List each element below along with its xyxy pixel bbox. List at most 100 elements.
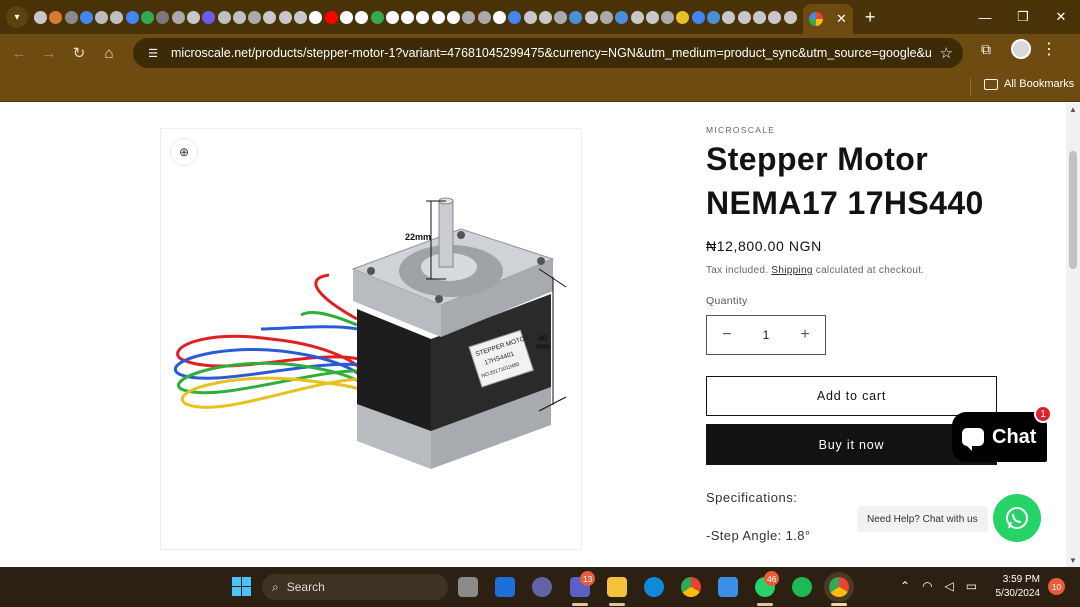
menu-kebab-icon[interactable]: ⋮ bbox=[1041, 39, 1057, 59]
clock[interactable]: 3:59 PM 5/30/2024 bbox=[990, 573, 1041, 601]
edge-icon[interactable] bbox=[644, 577, 664, 597]
pinned-tab-favicon-icon[interactable] bbox=[538, 10, 552, 24]
pinned-tab-favicon-icon[interactable] bbox=[508, 10, 522, 24]
pinned-tab-favicon-icon[interactable] bbox=[156, 10, 170, 24]
active-tab[interactable]: ✕ bbox=[802, 4, 853, 34]
pinned-tab-favicon-icon[interactable] bbox=[523, 10, 537, 24]
meet-icon[interactable] bbox=[532, 577, 552, 597]
product-media[interactable]: STEPPER MOTOR 17HS4401 NO:20171012480 22… bbox=[160, 128, 582, 550]
pinned-tab-favicon-icon[interactable] bbox=[722, 10, 736, 24]
wifi-icon[interactable]: ◠ bbox=[922, 579, 932, 593]
spotify-icon[interactable] bbox=[792, 577, 812, 597]
pinned-tab-favicon-icon[interactable] bbox=[79, 10, 93, 24]
pinned-tab-favicon-icon[interactable] bbox=[370, 10, 384, 24]
pinned-tab-favicon-icon[interactable] bbox=[263, 10, 277, 24]
address-bar[interactable]: ☰ microscale.net/products/stepper-motor-… bbox=[133, 38, 963, 68]
pinned-tab-favicon-icon[interactable] bbox=[202, 10, 216, 24]
volume-icon[interactable]: ◁ bbox=[945, 579, 954, 593]
pinned-tab-favicon-icon[interactable] bbox=[707, 10, 721, 24]
minimize-button[interactable]: — bbox=[966, 0, 1004, 34]
close-window-button[interactable]: ✕ bbox=[1042, 0, 1080, 34]
pinned-tab-favicon-icon[interactable] bbox=[630, 10, 644, 24]
back-button[interactable]: ← bbox=[4, 38, 34, 68]
bookmark-star-icon[interactable]: ☆ bbox=[940, 44, 953, 62]
pinned-tab-favicon-icon[interactable] bbox=[477, 10, 491, 24]
pinned-tab-favicon-icon[interactable] bbox=[110, 10, 124, 24]
store-icon[interactable] bbox=[718, 577, 738, 597]
pinned-tab-favicon-icon[interactable] bbox=[339, 10, 353, 24]
pinned-tab-favicon-icon[interactable] bbox=[752, 10, 766, 24]
maximize-button[interactable]: ❐ bbox=[1004, 0, 1042, 34]
page-scrollbar[interactable]: ▲ ▼ bbox=[1066, 103, 1080, 567]
spec-step-angle: -Step Angle: 1.8° bbox=[706, 528, 811, 543]
forward-button[interactable]: → bbox=[34, 38, 64, 68]
profile-avatar[interactable] bbox=[1011, 39, 1031, 59]
task-view-icon[interactable] bbox=[458, 577, 478, 597]
pinned-tab-favicon-icon[interactable] bbox=[294, 10, 308, 24]
windows-start-icon[interactable] bbox=[232, 577, 251, 596]
pinned-tab-favicon-icon[interactable] bbox=[661, 10, 675, 24]
pinned-tab-favicon-icon[interactable] bbox=[615, 10, 629, 24]
file-explorer-icon[interactable] bbox=[607, 577, 627, 597]
scrollbar-thumb[interactable] bbox=[1069, 151, 1077, 269]
whatsapp-button[interactable] bbox=[993, 494, 1041, 542]
chrome-active-icon[interactable] bbox=[829, 577, 849, 597]
add-to-cart-button[interactable]: Add to cart bbox=[706, 376, 997, 416]
pinned-tab-favicon-icon[interactable] bbox=[324, 10, 338, 24]
chat-button[interactable]: Chat bbox=[952, 412, 1047, 462]
pinned-tab-favicon-icon[interactable] bbox=[599, 10, 613, 24]
pinned-tab-favicon-icon[interactable] bbox=[645, 10, 659, 24]
pinned-tab-favicon-icon[interactable] bbox=[309, 10, 323, 24]
widgets-icon[interactable] bbox=[495, 577, 515, 597]
taskbar-search[interactable]: ⌕ Search bbox=[262, 574, 448, 600]
pinned-tab-favicon-icon[interactable] bbox=[248, 10, 262, 24]
pinned-tab-favicon-icon[interactable] bbox=[462, 10, 476, 24]
pinned-tab-favicon-icon[interactable] bbox=[34, 10, 47, 24]
pinned-tab-favicon-icon[interactable] bbox=[278, 10, 292, 24]
pinned-tab-favicon-icon[interactable] bbox=[584, 10, 598, 24]
pinned-tab-favicon-icon[interactable] bbox=[125, 10, 139, 24]
home-button[interactable]: ⌂ bbox=[94, 38, 124, 68]
decrease-quantity-button[interactable]: − bbox=[707, 326, 747, 344]
pinned-tab-favicon-icon[interactable] bbox=[64, 10, 78, 24]
shipping-link[interactable]: Shipping bbox=[771, 265, 812, 276]
pinned-tab-favicon-icon[interactable] bbox=[217, 10, 231, 24]
pinned-tab-favicon-icon[interactable] bbox=[141, 10, 155, 24]
pinned-tab-favicon-icon[interactable] bbox=[95, 10, 109, 24]
url-text[interactable]: microscale.net/products/stepper-motor-1?… bbox=[171, 46, 931, 60]
pinned-tab-favicon-icon[interactable] bbox=[569, 10, 583, 24]
notification-badge[interactable]: 10 bbox=[1048, 578, 1065, 595]
scroll-up-arrow-icon[interactable]: ▲ bbox=[1069, 105, 1077, 114]
pinned-tab-favicon-icon[interactable] bbox=[186, 10, 200, 24]
pinned-tab-favicon-icon[interactable] bbox=[447, 10, 461, 24]
pinned-tab-favicon-icon[interactable] bbox=[416, 10, 430, 24]
zoom-magnifier-icon[interactable]: ⊕ bbox=[171, 139, 197, 165]
all-bookmarks-button[interactable]: All Bookmarks bbox=[984, 78, 1074, 90]
scroll-down-arrow-icon[interactable]: ▼ bbox=[1069, 556, 1077, 565]
pinned-tab-favicon-icon[interactable] bbox=[737, 10, 751, 24]
extensions-icon[interactable]: ⧉ bbox=[975, 38, 997, 60]
pinned-tab-favicon-icon[interactable] bbox=[49, 10, 63, 24]
new-tab-button[interactable]: + bbox=[865, 7, 876, 28]
pinned-tab-favicon-icon[interactable] bbox=[171, 10, 185, 24]
quantity-input[interactable]: 1 bbox=[763, 328, 770, 342]
pinned-tab-favicon-icon[interactable] bbox=[355, 10, 369, 24]
chrome-icon[interactable] bbox=[681, 577, 701, 597]
pinned-tab-favicon-icon[interactable] bbox=[768, 10, 782, 24]
pinned-tab-favicon-icon[interactable] bbox=[492, 10, 506, 24]
pinned-tab-favicon-icon[interactable] bbox=[783, 10, 797, 24]
pinned-tab-favicon-icon[interactable] bbox=[385, 10, 399, 24]
pinned-tab-favicon-icon[interactable] bbox=[691, 10, 705, 24]
reload-button[interactable]: ↻ bbox=[64, 38, 94, 68]
battery-icon[interactable]: ▭ bbox=[966, 579, 977, 593]
pinned-tab-favicon-icon[interactable] bbox=[676, 10, 690, 24]
tray-chevron-icon[interactable]: ⌃ bbox=[900, 579, 910, 593]
site-info-icon[interactable]: ☰ bbox=[145, 45, 161, 61]
pinned-tab-favicon-icon[interactable] bbox=[554, 10, 568, 24]
pinned-tab-favicon-icon[interactable] bbox=[232, 10, 246, 24]
pinned-tab-favicon-icon[interactable] bbox=[401, 10, 415, 24]
tab-close-icon[interactable]: ✕ bbox=[836, 11, 847, 27]
increase-quantity-button[interactable]: + bbox=[785, 326, 825, 344]
tab-search-chevron-icon[interactable]: ▾ bbox=[6, 6, 28, 28]
pinned-tab-favicon-icon[interactable] bbox=[431, 10, 445, 24]
